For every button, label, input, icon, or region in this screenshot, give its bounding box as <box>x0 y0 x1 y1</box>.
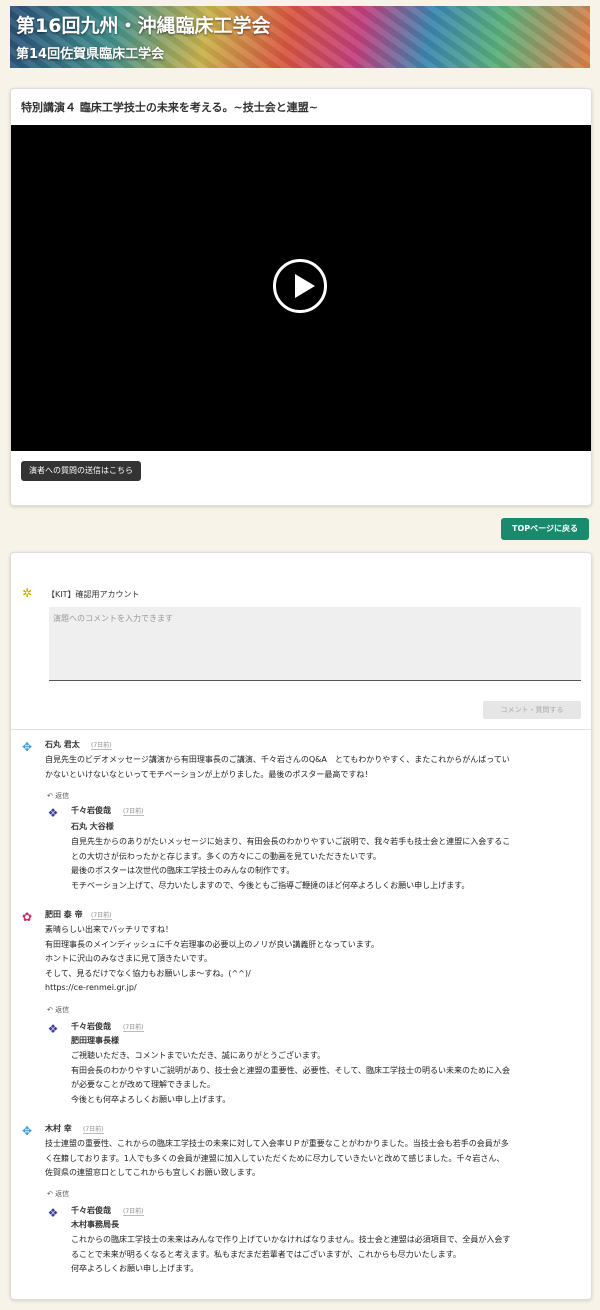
reply-time: (7日前) <box>123 808 144 816</box>
reply-line: 最後のポスターは次世代の臨床工学技士のみんなの制作です。 <box>71 866 295 875</box>
reply-avatar-icon: ❖ <box>47 1206 59 1220</box>
video-player[interactable] <box>11 125 591 451</box>
reply-button[interactable]: ↶ 返信 <box>47 791 69 801</box>
comment-line: そして、見るだけでなく協力もお願いしま～すね。(^^)/ <box>45 968 251 978</box>
banner-subtitle: 第14回佐賀県臨床工学会 <box>16 47 165 62</box>
comment-line: ホントに沢山のみなさまに見て頂きたいです。 <box>45 954 212 963</box>
comment-line: かないといけないなといってモチベーションが上がりました。最後のポスター最高ですね… <box>45 769 373 779</box>
comment-line: 技士連盟の重要性、これからの臨床工学技士の未来に対して入会率ＵＰが重要なことがわ… <box>45 1139 509 1148</box>
divider <box>11 729 591 730</box>
comment-text: 自見先生のビデオメッセージ講演から有田理事長のご講演、千々岩さんのQ&A とても… <box>45 753 579 782</box>
question-link-button[interactable]: 演者への質問の送信はこちら <box>21 461 141 481</box>
reply-recipient: 木村事務局長 <box>71 1220 119 1229</box>
reply-button[interactable]: ↶ 返信 <box>47 1189 69 1199</box>
reply-line: ご視聴いただき、コメントまでいただき、誠にありがとうございます。 <box>71 1051 326 1060</box>
reply-line: が必要なことが改めて理解できました。 <box>71 1080 215 1089</box>
reply-label: 返信 <box>55 1190 70 1198</box>
reply-text: これからの臨床工学技士の未来はみんなで作り上げていかなければなりません。技士会と… <box>71 1233 591 1277</box>
comment-line: 自見先生のビデオメッセージ講演から有田理事長のご講演、千々岩さんのQ&A とても… <box>45 755 510 764</box>
reply-time: (7日前) <box>123 1208 144 1216</box>
comment-line: 佐賀県の連盟窓口としてこれからも宜しくお願い致します。 <box>45 1168 260 1177</box>
comment-text: 技士連盟の重要性、これからの臨床工学技士の未来に対して入会率ＵＰが重要なことがわ… <box>45 1137 579 1181</box>
reply-label: 返信 <box>55 792 70 800</box>
reply-line: モチベーション上げて、尽力いたしますので、今後ともご指導ご鞭撻のほど何卒よろしく… <box>71 880 470 890</box>
comment-link[interactable]: https://ce-renmei.gr.jp/ <box>45 981 579 996</box>
play-icon[interactable] <box>273 259 327 313</box>
comment-text: 素晴らしい出来でバッチリですね！ 有田理事長のメインディッシュに千々岩理事の必要… <box>45 923 579 996</box>
user-avatar-icon: ✥ <box>21 740 33 754</box>
user-avatar-icon: ✿ <box>21 910 33 924</box>
reply-recipient: 肥田理事長様 <box>71 1036 119 1045</box>
reply-label: 返信 <box>55 1006 70 1014</box>
top-page-button[interactable]: TOPページに戻る <box>501 518 589 540</box>
reply-line: これからの臨床工学技士の未来はみんなで作り上げていかなければなりません。技士会と… <box>71 1235 511 1244</box>
reply-line: 自見先生からのありがたいメッセージに始まり、有田会長のわかりやすいご説明で、我々… <box>71 837 511 846</box>
comment-input[interactable]: 演題へのコメントを入力できます <box>49 607 581 681</box>
reply-time: (7日前) <box>123 1024 144 1032</box>
reply-avatar-icon: ❖ <box>47 1022 59 1036</box>
comment-author: 肥田 泰 帝 <box>45 910 83 919</box>
reply-line: 今後とも何卒よろしくお願い申し上げます。 <box>71 1094 231 1104</box>
comment-author: 石丸 君太 <box>45 740 80 749</box>
reply-text: 自見先生からのありがたいメッセージに始まり、有田会長のわかりやすいご説明で、我々… <box>71 835 591 893</box>
account-avatar-icon: ✲ <box>21 586 33 600</box>
comment-author: 木村 幸 <box>45 1124 72 1133</box>
reply-line: 有田会長のわかりやすいご説明があり、技士会と連盟の重要性、必要性、そして、臨床工… <box>71 1065 511 1075</box>
banner-title: 第16回九州・沖縄臨床工学会 <box>16 15 271 37</box>
reply-button[interactable]: ↶ 返信 <box>47 1005 69 1015</box>
video-title: 特別講演４ 臨床工学技士の未来を考える。~技士会と連盟~ <box>21 101 318 114</box>
video-card: 特別講演４ 臨床工学技士の未来を考える。~技士会と連盟~ 演者への質問の送信はこ… <box>10 88 592 506</box>
user-avatar-icon: ✥ <box>21 1124 33 1138</box>
comment-time: (7日前) <box>91 742 112 750</box>
reply-author: 千々岩俊哉 <box>71 1022 111 1031</box>
comment-line: 素晴らしい出来でバッチリですね！ <box>45 925 173 934</box>
comment-time: (7日前) <box>83 1126 104 1134</box>
comment-line: 有田理事長のメインディッシュに千々岩理事の必要以上のノリが良い講義肝となっていま… <box>45 939 379 949</box>
reply-text: ご視聴いただき、コメントまでいただき、誠にありがとうございます。 有田会長のわか… <box>71 1049 591 1107</box>
reply-recipient: 石丸 大谷様 <box>71 822 114 831</box>
reply-avatar-icon: ❖ <box>47 806 59 820</box>
account-name: 【KIT】確認用アカウント <box>47 590 140 599</box>
reply-author: 千々岩俊哉 <box>71 806 111 815</box>
comment-section: ✲ 【KIT】確認用アカウント 演題へのコメントを入力できます コメント・質問す… <box>10 552 592 1300</box>
comment-time: (7日前) <box>91 912 112 920</box>
reply-line: との大切さが伝わったかと存じます。多くの方々にこの動画を見ていただきたいです。 <box>71 851 381 861</box>
reply-line: 何卒よろしくお願い申し上げます。 <box>71 1264 199 1273</box>
submit-comment-button[interactable]: コメント・質問する <box>483 701 581 719</box>
event-banner: 第16回九州・沖縄臨床工学会 第14回佐賀県臨床工学会 <box>10 6 590 68</box>
reply-author: 千々岩俊哉 <box>71 1206 111 1215</box>
reply-line: ることで未来が明るくなると考えます。私もまだまだ若輩者ではございますが、これから… <box>71 1249 461 1259</box>
comment-line: く在籍しております。1人でも多くの会員が連盟に加入していただくために尽力していき… <box>45 1153 505 1163</box>
